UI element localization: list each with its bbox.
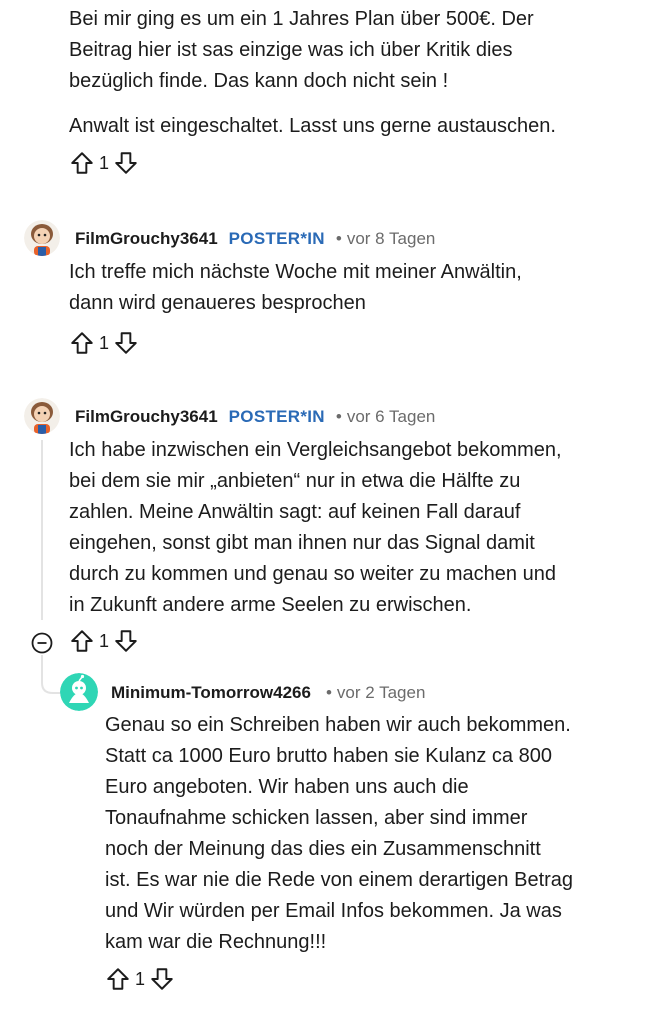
comment-header: FilmGrouchy3641 POSTER*IN • vor 8 Tagen [75,229,435,249]
separator-dot: • [325,683,332,702]
vote-bar: 1 [69,150,139,176]
separator-dot: • [335,407,342,426]
avatar[interactable] [24,398,60,434]
vote-bar: 1 [69,330,139,356]
vote-count: 1 [99,630,110,651]
avatar[interactable] [24,220,60,256]
avatar[interactable] [60,673,98,711]
downvote-icon[interactable] [113,150,139,176]
vote-count: 1 [135,968,146,989]
timestamp: vor 2 Tagen [336,683,426,702]
username[interactable]: FilmGrouchy3641 [75,407,218,427]
upvote-icon[interactable] [105,966,131,992]
op-badge: POSTER*IN [228,407,325,426]
upvote-icon[interactable] [69,330,95,356]
upvote-icon[interactable] [69,150,95,176]
comment-body: Genau so ein Schreiben haben wir auch be… [105,714,574,953]
op-badge: POSTER*IN [228,229,325,248]
timestamp: vor 8 Tagen [346,229,436,248]
timestamp: vor 6 Tagen [346,407,436,426]
vote-bar: 1 [69,628,139,654]
vote-count: 1 [99,332,110,353]
comment-body: Bei mir ging es um ein 1 Jahres Plan übe… [69,8,534,92]
username[interactable]: FilmGrouchy3641 [75,229,218,249]
upvote-icon[interactable] [69,628,95,654]
username[interactable]: Minimum-Tomorrow4266 [111,683,311,703]
comment-body: Anwalt ist eingeschaltet. Lasst uns gern… [69,115,556,137]
downvote-icon[interactable] [113,628,139,654]
comment-body: Ich habe inzwischen ein Vergleichsangebo… [69,439,562,616]
thread-line[interactable] [41,440,43,620]
comment-header: Minimum-Tomorrow4266 • vor 2 Tagen [111,683,425,703]
downvote-icon[interactable] [149,966,175,992]
vote-count: 1 [99,152,110,173]
comment-body: Ich treffe mich nächste Woche mit meiner… [69,261,522,314]
vote-bar: 1 [105,966,175,992]
separator-dot: • [335,229,342,248]
downvote-icon[interactable] [113,330,139,356]
comment-header: FilmGrouchy3641 POSTER*IN • vor 6 Tagen [75,407,435,427]
